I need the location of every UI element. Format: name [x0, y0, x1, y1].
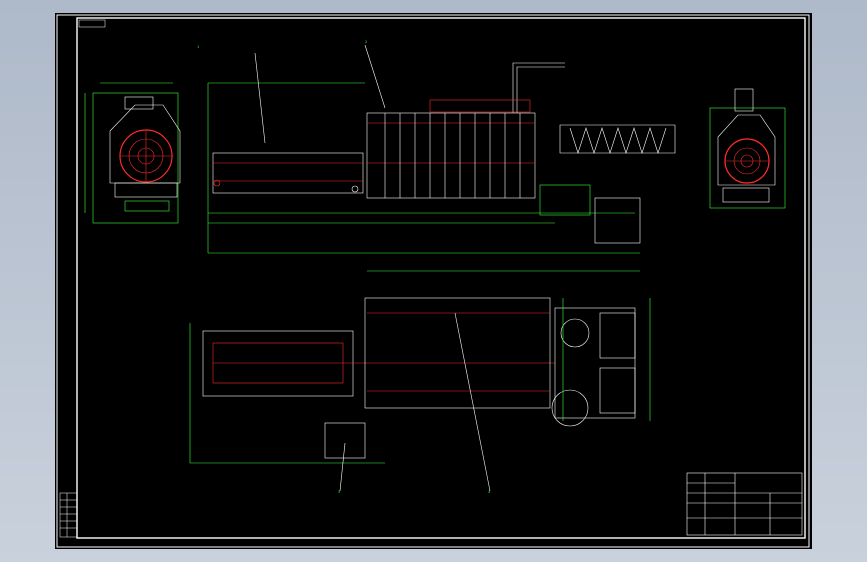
callout-2: 2	[365, 40, 367, 44]
drawing-svg: 1 2 3 4	[56, 14, 810, 548]
plan-view	[189, 270, 651, 492]
drawing-canvas[interactable]: 1 2 3 4	[55, 13, 812, 549]
outer-frame	[56, 14, 810, 548]
left-revision-table	[59, 492, 78, 538]
title-block	[686, 472, 803, 536]
callout-3: 3	[338, 490, 340, 494]
inner-frame	[76, 17, 806, 539]
end-view-left	[84, 82, 181, 224]
callout-1: 1	[197, 45, 199, 49]
end-view-right	[709, 88, 786, 209]
cad-viewport[interactable]: 1 2 3 4	[0, 0, 867, 562]
front-elevation	[207, 44, 676, 254]
border-label-box	[78, 19, 106, 28]
callout-4: 4	[488, 490, 491, 494]
